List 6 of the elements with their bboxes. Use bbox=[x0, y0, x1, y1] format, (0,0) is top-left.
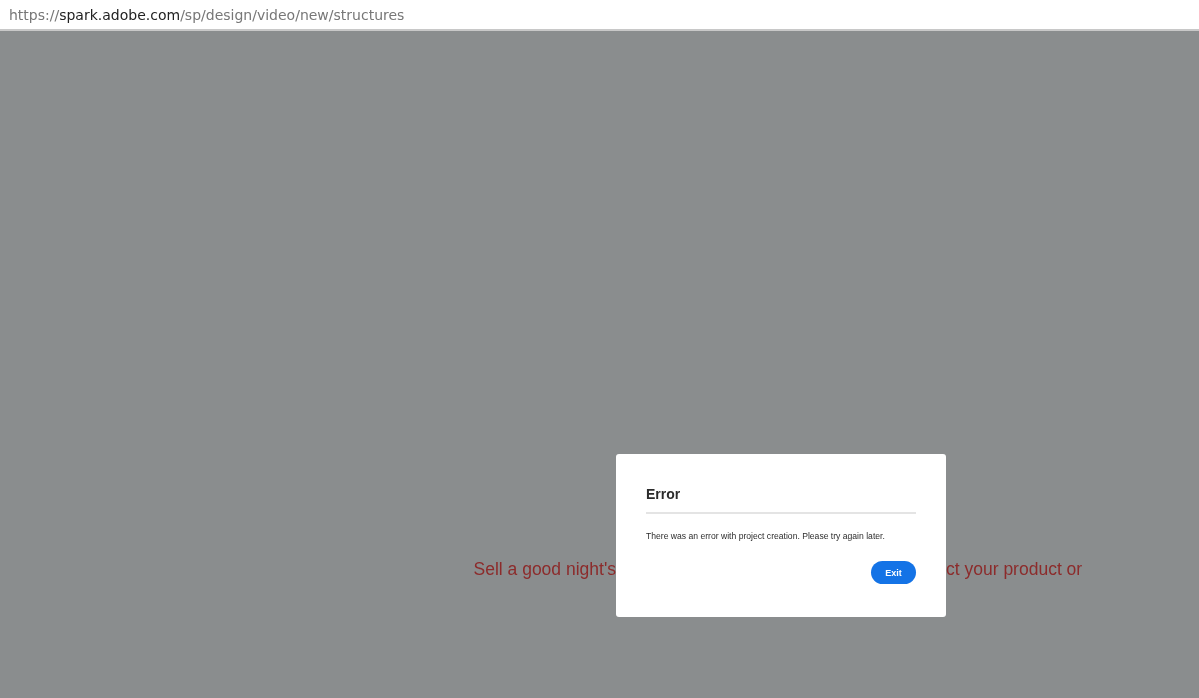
dialog-title: Error bbox=[646, 486, 681, 502]
url-text[interactable]: https://spark.adobe.com/sp/design/video/new/structures bbox=[9, 6, 405, 23]
tagline-text: ct your product or bbox=[946, 559, 1083, 580]
error-message: There was an error with project creation. Please try again later. bbox=[646, 531, 885, 541]
exit-button[interactable]: Exit bbox=[871, 561, 916, 584]
tagline-text: Sell a good night's bbox=[473, 559, 616, 580]
